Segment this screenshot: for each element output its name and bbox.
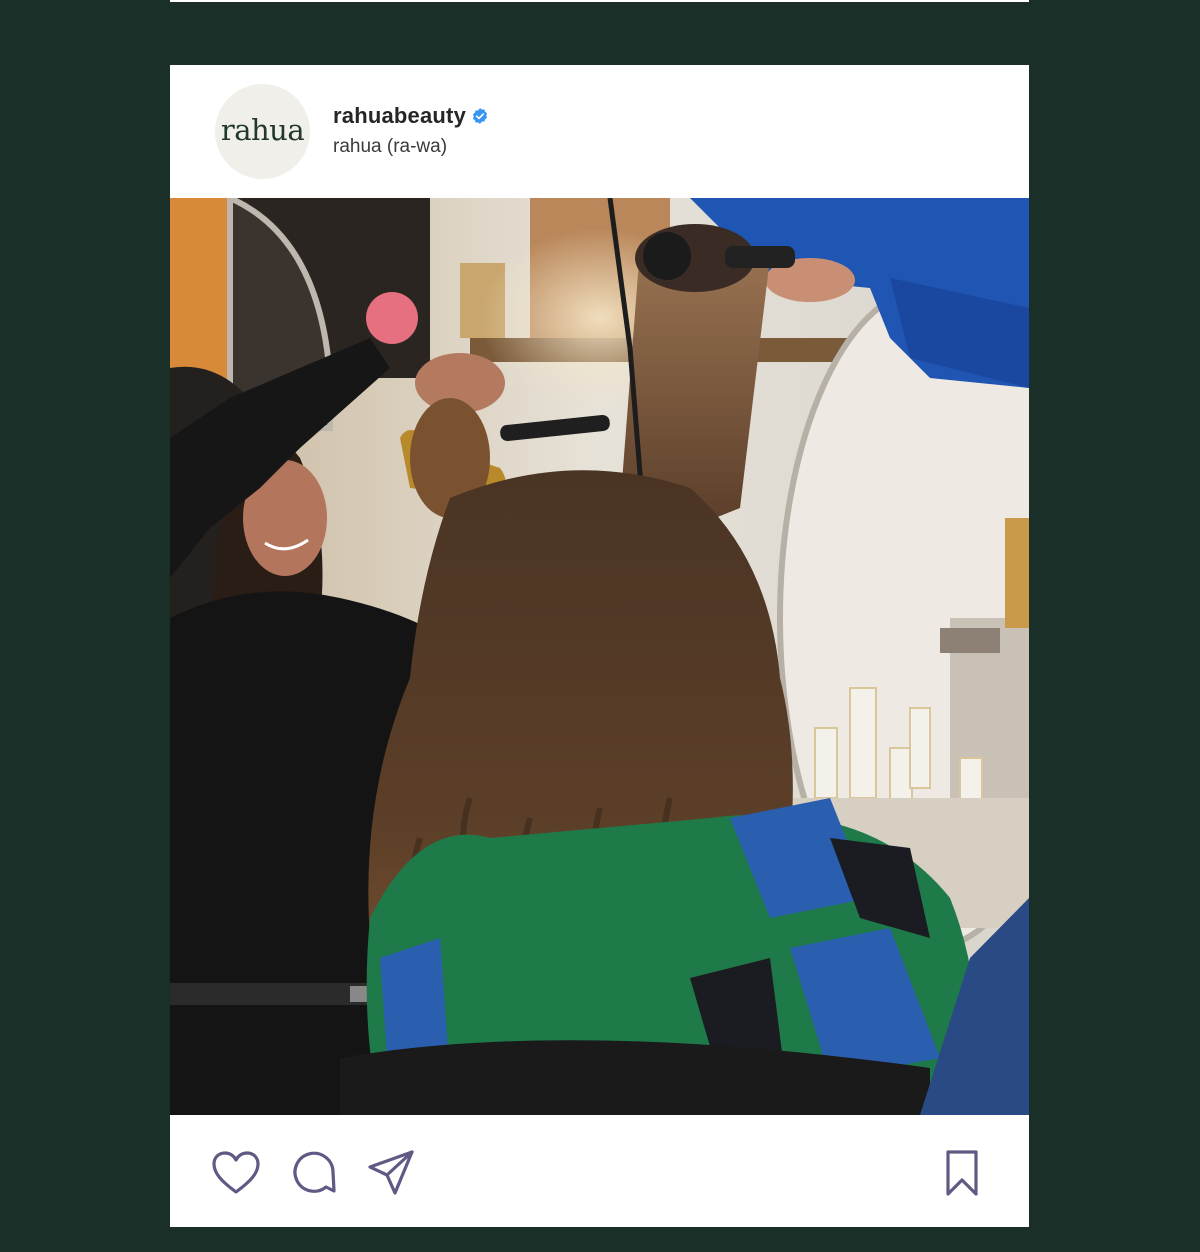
username-row: rahuabeauty [333,103,489,129]
account-subtitle: rahua (ra-wa) [333,136,448,157]
username[interactable]: rahuabeauty [333,103,466,129]
comment-icon[interactable] [288,1147,340,1199]
instagram-post-card: rahua rahuabeauty rahua (ra-wa) [170,65,1029,1227]
post-header: rahua rahuabeauty rahua (ra-wa) [170,65,1029,198]
top-divider [170,0,1029,2]
verified-badge-icon [471,107,489,125]
post-image[interactable] [170,198,1029,1115]
heart-icon[interactable] [210,1147,262,1199]
post-action-bar [170,1115,1029,1227]
share-icon[interactable] [365,1147,417,1199]
avatar-wordmark: rahua [220,112,305,147]
profile-avatar[interactable]: rahua [215,84,310,179]
bookmark-icon[interactable] [936,1147,988,1199]
